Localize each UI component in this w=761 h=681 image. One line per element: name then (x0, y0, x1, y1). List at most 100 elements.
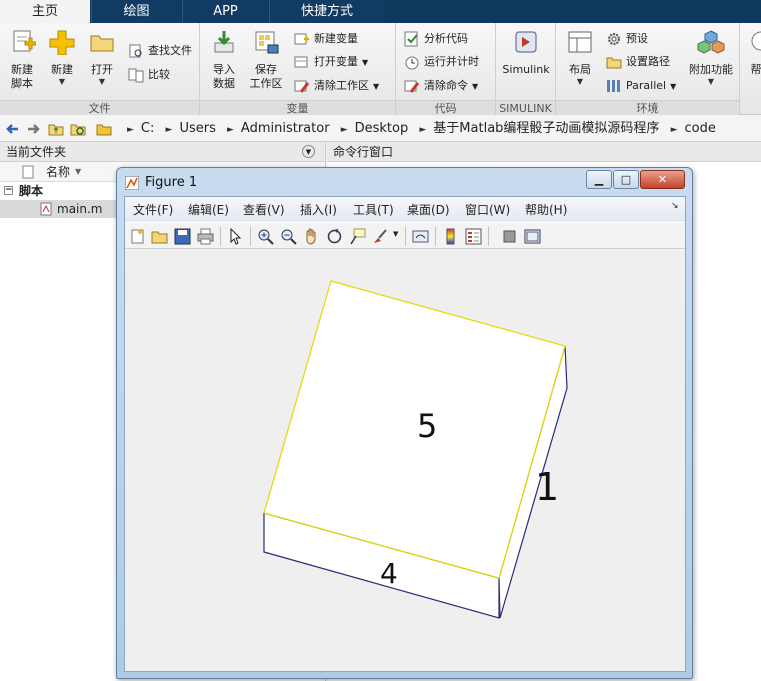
breadcrumb-item[interactable]: 基于Matlab编程骰子动画模拟源码程序 (433, 121, 659, 136)
figure-axes[interactable]: 5 1 4 (125, 250, 685, 671)
figure-window[interactable]: Figure 1 ▁ □ ✕ 文件(F) 编辑(E) 查看(V) 插入(I) 工… (116, 167, 693, 679)
clear-workspace-dropdown-icon: ▼ (373, 82, 380, 91)
run-and-time-button[interactable]: 运行并计时 (404, 52, 479, 72)
menu-tools[interactable]: 工具(T) (353, 201, 394, 218)
breadcrumb-item[interactable]: Desktop (355, 121, 409, 136)
clear-workspace-button[interactable]: 清除工作区 ▼ (294, 76, 379, 96)
compare-button[interactable]: 比较 (128, 65, 170, 85)
zoom-in-icon[interactable] (257, 228, 274, 245)
tab-home[interactable]: 主页 (0, 0, 90, 23)
maximize-icon: □ (620, 173, 632, 186)
menu-file[interactable]: 文件(F) (133, 201, 173, 218)
toolbar-separator (405, 227, 406, 246)
address-bar: ► C: ► Users ► Administrator ► Desktop ► 基于Ma… (0, 116, 761, 142)
simulink-group: Simulink SIMULINK (496, 23, 556, 115)
maximize-button[interactable]: □ (613, 170, 639, 189)
pointer-icon[interactable] (227, 228, 244, 245)
browse-folder-icon[interactable] (70, 121, 86, 137)
code-group-label: 代码 (396, 100, 495, 115)
pan-hand-icon[interactable] (303, 228, 320, 245)
breadcrumb-item[interactable]: C: (141, 121, 154, 136)
open-button[interactable]: 打开 ▼ (84, 29, 120, 87)
breadcrumb-item[interactable]: Users (179, 121, 215, 136)
sort-arrow-icon: ▼ (75, 167, 82, 176)
open-variable-button[interactable]: 打开变量 ▼ (294, 52, 368, 72)
breadcrumb-item[interactable]: Administrator (241, 121, 330, 136)
file-row[interactable]: main.m (0, 200, 116, 218)
current-folder-title: 当前文件夹 ▼ (0, 142, 325, 162)
colorbar-icon[interactable] (442, 228, 459, 245)
clear-commands-button[interactable]: 清除命令 ▼ (404, 76, 478, 96)
breadcrumb-item[interactable]: code (684, 121, 715, 136)
addons-button[interactable]: 附加功能 ▼ (686, 29, 736, 87)
legend-icon[interactable] (465, 228, 482, 245)
menu-help[interactable]: 帮助(H) (525, 201, 567, 218)
minimize-button[interactable]: ▁ (586, 170, 612, 189)
brush-dropdown-icon[interactable]: ▼ (393, 230, 398, 238)
compare-label: 比较 (148, 68, 170, 81)
print-icon[interactable] (197, 228, 214, 245)
menu-view[interactable]: 查看(V) (243, 201, 285, 218)
save-workspace-button[interactable]: 保存 工作区 (246, 29, 286, 91)
find-files-button[interactable]: 查找文件 (128, 41, 192, 61)
dock-arrow-icon[interactable]: ↘ (671, 201, 679, 211)
data-cursor-icon[interactable] (349, 228, 366, 245)
layout-icon (568, 31, 592, 53)
tab-plots[interactable]: 绘图 (91, 0, 181, 23)
layout-button[interactable]: 布局 ▼ (562, 29, 598, 87)
up-folder-icon[interactable] (48, 121, 64, 137)
new-script-button[interactable]: 新建 脚本 (4, 29, 40, 91)
code-group: 分析代码 运行并计时 清除命令 ▼ 代码 (396, 23, 496, 115)
new-variable-button[interactable]: 新建变量 (294, 29, 358, 49)
close-button[interactable]: ✕ (640, 170, 685, 189)
breadcrumb-separator-icon: ► (227, 125, 234, 135)
figure-title: Figure 1 (145, 175, 198, 190)
collapse-icon[interactable]: − (4, 186, 13, 195)
script-group-label: 脚本 (19, 184, 44, 198)
file-group: 新建 脚本 新建 ▼ 打开 ▼ 查找文件 比较 文件 (0, 23, 200, 115)
simulink-icon (515, 31, 537, 53)
simulink-button[interactable]: Simulink (500, 29, 552, 77)
show-plot-tools-icon[interactable] (524, 228, 541, 245)
environment-group: 布局 ▼ 预设 设置路径 Parallel ▼ 附加功能 ▼ 环境 (556, 23, 740, 115)
panel-menu-icon[interactable]: ▼ (302, 145, 315, 158)
analyze-code-icon (404, 31, 418, 47)
rotate-3d-icon[interactable] (326, 228, 343, 245)
run-and-time-icon (405, 56, 419, 70)
zoom-out-icon[interactable] (280, 228, 297, 245)
parallel-icon (607, 80, 620, 92)
new-button[interactable]: 新建 ▼ (44, 29, 80, 87)
name-column-label: 名称 (46, 165, 71, 179)
analyze-code-button[interactable]: 分析代码 (404, 29, 468, 49)
new-figure-icon[interactable] (129, 228, 146, 245)
brush-icon[interactable] (372, 228, 389, 245)
new-script-label: 新建 脚本 (11, 63, 33, 90)
parallel-button[interactable]: Parallel ▼ (606, 76, 676, 96)
save-workspace-icon (255, 31, 279, 54)
back-arrow-icon[interactable] (4, 121, 20, 137)
preferences-button[interactable]: 预设 (606, 29, 648, 49)
open-file-icon[interactable] (151, 228, 168, 245)
help-button[interactable]: 帮 (746, 29, 761, 77)
file-name: main.m (57, 202, 103, 216)
simulink-group-label: SIMULINK (496, 100, 555, 115)
environment-group-label: 环境 (556, 100, 739, 115)
dice-right-label: 1 (535, 465, 559, 509)
tab-shortcuts[interactable]: 快捷方式 (269, 0, 384, 23)
simulink-label: Simulink (502, 63, 550, 76)
set-path-button[interactable]: 设置路径 (606, 52, 670, 72)
menu-insert[interactable]: 插入(I) (300, 201, 337, 218)
menu-window[interactable]: 窗口(W) (465, 201, 510, 218)
forward-arrow-icon[interactable] (26, 121, 42, 137)
link-plot-icon[interactable] (412, 228, 429, 245)
import-data-label: 导入 数据 (213, 63, 235, 90)
save-icon[interactable] (174, 228, 191, 245)
menu-edit[interactable]: 编辑(E) (188, 201, 229, 218)
analyze-code-label: 分析代码 (424, 32, 468, 45)
run-and-time-label: 运行并计时 (424, 55, 479, 68)
new-label: 新建 (51, 63, 73, 76)
tab-apps[interactable]: APP (182, 0, 268, 23)
menu-desktop[interactable]: 桌面(D) (407, 201, 450, 218)
import-data-button[interactable]: 导入 数据 (206, 29, 242, 91)
hide-plot-tools-icon[interactable] (501, 228, 518, 245)
